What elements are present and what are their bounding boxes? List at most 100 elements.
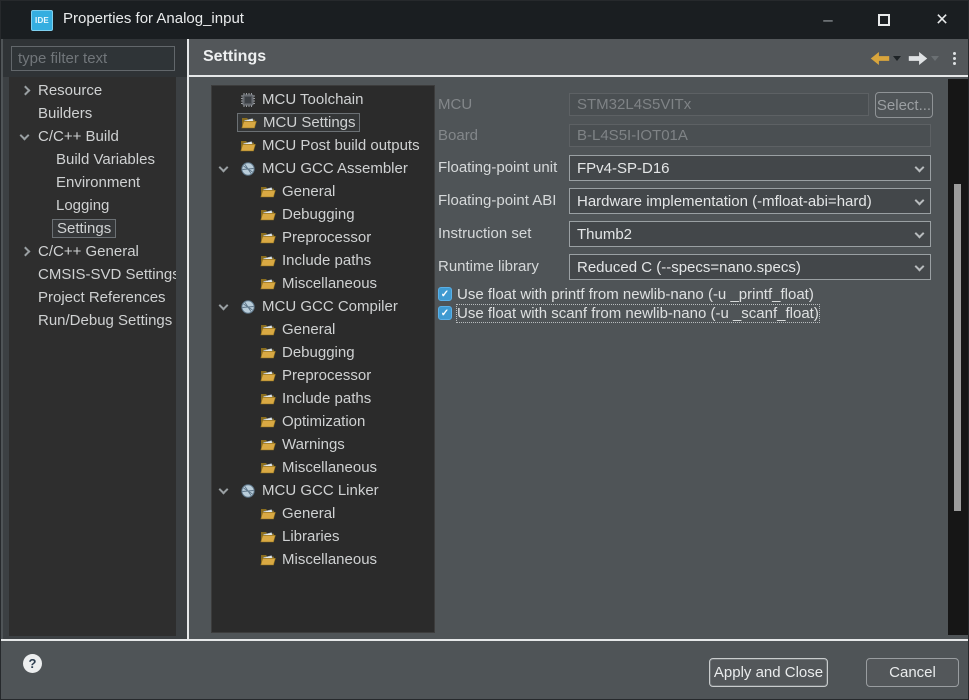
chevron-right-icon[interactable] [21, 87, 38, 94]
tree-item-compiler-misc[interactable]: Miscellaneous [212, 456, 434, 479]
tree-item-compiler-preprocessor[interactable]: Preprocessor [212, 364, 434, 387]
tree-item-assembler-debugging[interactable]: Debugging [212, 203, 434, 226]
history-nav [869, 39, 969, 77]
sidebar-item-cpp-build[interactable]: C/C++ Build [9, 125, 176, 148]
minimize-button[interactable]: – [805, 1, 851, 39]
tree-item-compiler-optimization[interactable]: Optimization [212, 410, 434, 433]
tree-item-linker-libraries[interactable]: Libraries [212, 525, 434, 548]
close-button[interactable]: × [919, 1, 965, 39]
sidebar-item-resource[interactable]: Resource [9, 79, 176, 102]
tree-item-mcu-toolchain[interactable]: MCU Toolchain [212, 88, 434, 111]
chevron-down-icon[interactable] [220, 305, 240, 309]
maximize-button[interactable] [861, 1, 907, 39]
runtime-library-value: Reduced C (--specs=nano.specs) [577, 259, 801, 276]
tree-item-mcu-post-build[interactable]: MCU Post build outputs [212, 134, 434, 157]
sidebar-item-settings[interactable]: Settings [9, 217, 176, 240]
sidebar-item-run-debug[interactable]: Run/Debug Settings [9, 309, 176, 332]
sidebar-item-label: C/C++ General [38, 243, 139, 260]
tree-item-compiler-debugging[interactable]: Debugging [212, 341, 434, 364]
window-title: Properties for Analog_input [63, 10, 244, 27]
tree-item-compiler-warnings[interactable]: Warnings [212, 433, 434, 456]
gear-icon [240, 483, 256, 499]
vertical-scrollbar[interactable] [948, 79, 968, 635]
app-icon: IDE [31, 10, 53, 31]
sidebar-item-label: C/C++ Build [38, 128, 119, 145]
mcu-label: MCU [438, 96, 472, 113]
chevron-down-icon [915, 196, 925, 206]
folder-icon [260, 276, 276, 292]
folder-icon [260, 437, 276, 453]
tree-item-linker-general[interactable]: General [212, 502, 434, 525]
tree-item-compiler-include-paths[interactable]: Include paths [212, 387, 434, 410]
tool-settings-tree: MCU Toolchain MCU Settings MCU Post buil… [211, 85, 435, 633]
gear-icon [240, 161, 256, 177]
runtime-library-combobox[interactable]: Reduced C (--specs=nano.specs) [569, 254, 931, 280]
scrollbar-thumb[interactable] [954, 184, 961, 511]
sidebar-item-builders[interactable]: Builders [9, 102, 176, 125]
chevron-right-icon[interactable] [21, 248, 38, 255]
fpu-combobox[interactable]: FPv4-SP-D16 [569, 155, 931, 181]
sidebar-item-project-references[interactable]: Project References [9, 286, 176, 309]
tree-item-gcc-linker[interactable]: MCU GCC Linker [212, 479, 434, 502]
tree-item-assembler-misc[interactable]: Miscellaneous [212, 272, 434, 295]
folder-icon [260, 414, 276, 430]
forward-history-dropdown-icon[interactable] [931, 56, 939, 61]
filter-input[interactable] [11, 46, 175, 71]
settings-header: Settings [189, 39, 969, 77]
tree-item-assembler-preprocessor[interactable]: Preprocessor [212, 226, 434, 249]
filter-strip [3, 39, 187, 77]
printf-float-label: Use float with printf from newlib-nano (… [457, 286, 814, 303]
help-button[interactable]: ? [23, 654, 42, 673]
checkbox-checked-icon[interactable]: ✓ [438, 306, 452, 320]
sidebar-item-cmsis-svd[interactable]: CMSIS-SVD Settings [9, 263, 176, 286]
titlebar[interactable]: IDE Properties for Analog_input – × [1, 1, 968, 39]
folder-icon [260, 391, 276, 407]
printf-float-checkbox-row[interactable]: ✓ Use float with printf from newlib-nano… [438, 285, 814, 303]
folder-icon [240, 138, 256, 154]
folder-icon [260, 460, 276, 476]
sidebar-item-label: Environment [56, 174, 140, 191]
tree-item-label: MCU GCC Assembler [262, 160, 408, 177]
chip-icon [240, 92, 256, 108]
sidebar-item-build-variables[interactable]: Build Variables [9, 148, 176, 171]
back-history-dropdown-icon[interactable] [893, 56, 901, 61]
folder-icon [260, 207, 276, 223]
cancel-button[interactable]: Cancel [866, 658, 959, 687]
apply-and-close-button[interactable]: Apply and Close [709, 658, 828, 687]
tree-item-gcc-assembler[interactable]: MCU GCC Assembler [212, 157, 434, 180]
sidebar-item-cpp-general[interactable]: C/C++ General [9, 240, 176, 263]
chevron-down-icon[interactable] [21, 135, 38, 139]
tree-item-label: General [282, 183, 335, 200]
tree-item-gcc-compiler[interactable]: MCU GCC Compiler [212, 295, 434, 318]
view-menu-icon[interactable] [953, 52, 956, 65]
tree-item-linker-misc[interactable]: Miscellaneous [212, 548, 434, 571]
instruction-set-combobox[interactable]: Thumb2 [569, 221, 931, 247]
tree-item-label: Preprocessor [282, 367, 371, 384]
tree-item-assembler-general[interactable]: General [212, 180, 434, 203]
tree-item-label: Miscellaneous [282, 275, 377, 292]
tree-item-mcu-settings[interactable]: MCU Settings [212, 111, 434, 134]
folder-icon [260, 506, 276, 522]
forward-arrow-icon[interactable] [908, 52, 928, 65]
mcu-select-button[interactable]: Select... [875, 92, 933, 118]
tree-item-label: Debugging [282, 206, 355, 223]
mcu-field[interactable]: STM32L4S5VITx [569, 93, 869, 116]
folder-icon [260, 368, 276, 384]
scanf-float-checkbox-row[interactable]: ✓ Use float with scanf from newlib-nano … [438, 304, 819, 322]
settings-content: MCU Toolchain MCU Settings MCU Post buil… [189, 79, 969, 639]
tree-item-assembler-include-paths[interactable]: Include paths [212, 249, 434, 272]
chevron-down-icon[interactable] [220, 489, 240, 493]
page-title: Settings [203, 48, 266, 66]
folder-icon [260, 322, 276, 338]
sidebar-item-environment[interactable]: Environment [9, 171, 176, 194]
tree-item-label: Preprocessor [282, 229, 371, 246]
back-arrow-icon[interactable] [870, 52, 890, 65]
folder-icon [260, 253, 276, 269]
board-field[interactable]: B-L4S5I-IOT01A [569, 124, 931, 147]
tree-item-compiler-general[interactable]: General [212, 318, 434, 341]
properties-dialog: IDE Properties for Analog_input – × Reso… [0, 0, 969, 700]
chevron-down-icon[interactable] [220, 167, 240, 171]
fp-abi-combobox[interactable]: Hardware implementation (-mfloat-abi=har… [569, 188, 931, 214]
checkbox-checked-icon[interactable]: ✓ [438, 287, 452, 301]
sidebar-item-logging[interactable]: Logging [9, 194, 176, 217]
